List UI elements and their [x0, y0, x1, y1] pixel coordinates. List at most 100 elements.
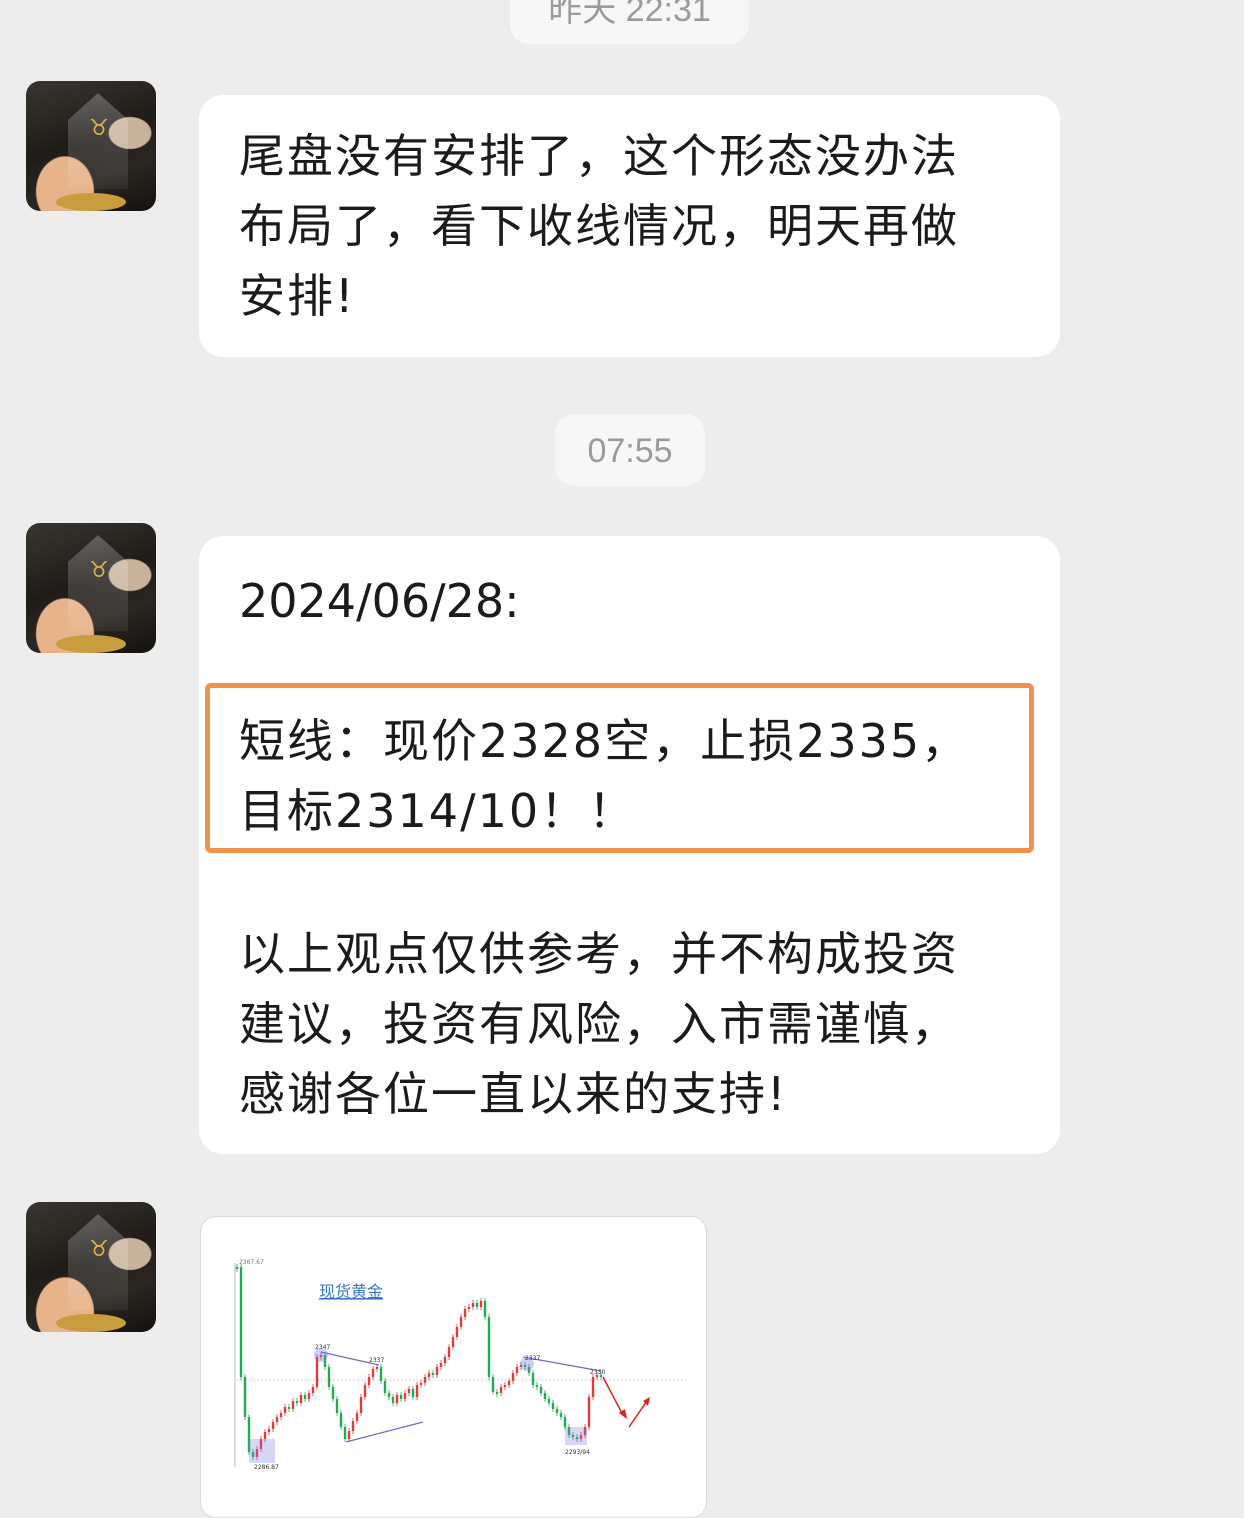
candle-body: [539, 1387, 543, 1393]
candle-body: [343, 1427, 347, 1439]
candle-body: [283, 1407, 287, 1413]
candle-body: [315, 1357, 319, 1387]
chart-marker: [565, 1427, 587, 1445]
candle-body: [271, 1422, 275, 1429]
candle-body: [399, 1395, 403, 1399]
candle-body: [387, 1393, 391, 1397]
candle-body: [507, 1381, 511, 1385]
candle-body: [327, 1367, 331, 1387]
candle-body: [307, 1393, 311, 1399]
candle-body: [335, 1399, 339, 1413]
forecast-arrow-down: [602, 1376, 624, 1416]
message-line: 目标2314/10！！: [239, 784, 637, 838]
candle-body: [371, 1369, 375, 1377]
candle-body: [407, 1389, 411, 1393]
bull-emblem-icon: ♉: [89, 116, 109, 141]
candle-body: [563, 1417, 567, 1427]
chart-label: 2293/94: [565, 1449, 590, 1456]
chart-label-top: 2367.67: [239, 1259, 264, 1266]
candle-body: [375, 1367, 379, 1369]
candle-body: [439, 1363, 443, 1367]
bull-emblem-icon: ♉: [89, 1237, 109, 1262]
candle-body: [311, 1387, 315, 1393]
candle-body: [267, 1429, 271, 1432]
candle-body: [499, 1387, 503, 1393]
candle-body: [243, 1377, 247, 1417]
trophy-base: [56, 193, 126, 211]
highlight-text: 短线：现价2328空，止损2335， 目标2314/10！！: [239, 706, 969, 846]
candle-body: [275, 1417, 279, 1422]
candle-body: [551, 1403, 555, 1409]
candle-body: [451, 1337, 455, 1347]
candle-body: [479, 1301, 483, 1307]
candle-body: [295, 1401, 299, 1403]
candle-body: [591, 1377, 595, 1397]
candle-body: [495, 1392, 499, 1394]
candle-body: [587, 1397, 591, 1427]
candle-body: [403, 1393, 407, 1399]
candle-body: [543, 1393, 547, 1399]
candle-body: [291, 1401, 295, 1409]
candle-body: [355, 1413, 359, 1421]
timestamp-pill: 昨天 22:31: [510, 0, 749, 44]
chart-title: 现货黄金: [319, 1282, 383, 1301]
candle-body: [555, 1409, 559, 1413]
candle-body: [383, 1381, 387, 1393]
candle-body: [559, 1413, 563, 1417]
sender-avatar[interactable]: ♉: [26, 81, 156, 211]
candle-body: [503, 1385, 507, 1387]
candle-body: [235, 1267, 239, 1269]
candle-body: [347, 1431, 351, 1439]
candle-body: [391, 1397, 395, 1403]
candle-body: [547, 1399, 551, 1403]
candle-body: [483, 1301, 487, 1317]
candle-body: [475, 1303, 479, 1307]
trend-line: [345, 1421, 424, 1443]
candle-body: [287, 1407, 291, 1409]
candle-body: [491, 1377, 495, 1392]
candle-body: [279, 1413, 283, 1417]
candle-body: [359, 1397, 363, 1413]
message-line: 建议，投资有风险，入市需谨慎，: [239, 997, 959, 1051]
trophy-image: [68, 535, 128, 631]
candle-body: [471, 1303, 475, 1307]
chart-label: 2337: [369, 1357, 384, 1364]
sender-avatar[interactable]: ♉: [26, 1202, 156, 1332]
candle-body: [463, 1309, 467, 1317]
message-line: 短线：现价2328空，止损2335，: [239, 714, 970, 768]
trophy-base: [56, 1314, 126, 1332]
candle-body: [443, 1357, 447, 1363]
candle-body: [351, 1421, 355, 1431]
candle-body: [419, 1383, 423, 1385]
candle-body: [455, 1327, 459, 1337]
candle-body: [379, 1367, 383, 1381]
sender-avatar[interactable]: ♉: [26, 523, 156, 653]
message-bubble[interactable]: 2024/06/28: 短线：现价2328空，止损2335， 目标2314/10…: [199, 536, 1060, 1154]
candles-group: [235, 1264, 603, 1460]
candle-body: [411, 1389, 415, 1397]
candle-body: [303, 1395, 307, 1399]
candle-body: [467, 1307, 471, 1309]
chart-label: 2330: [590, 1369, 605, 1376]
message-date: 2024/06/28:: [239, 574, 520, 628]
trophy-image: [68, 1214, 128, 1310]
chart-image-message[interactable]: 现货黄金 2367.67 2347 2337 2337 2330 2286.87…: [200, 1216, 707, 1518]
trophy-base: [56, 635, 126, 653]
chart-marker: [249, 1439, 275, 1463]
candle-body: [423, 1377, 427, 1383]
message-bubble[interactable]: 尾盘没有安排了，这个形态没办法 布局了，看下收线情况，明天再做 安排!: [199, 95, 1060, 357]
candle-body: [487, 1317, 491, 1377]
candle-body: [239, 1267, 243, 1377]
candle-body: [299, 1395, 303, 1403]
candle-body: [511, 1373, 515, 1381]
chart-label: 2286.87: [254, 1464, 279, 1471]
forecast-arrow-up: [628, 1400, 648, 1428]
candle-body: [431, 1373, 435, 1375]
bull-emblem-icon: ♉: [89, 558, 109, 583]
message-line: 以上观点仅供参考，并不构成投资: [239, 927, 959, 981]
candle-body: [459, 1317, 463, 1327]
message-line: 安排!: [239, 269, 356, 323]
candle-body: [263, 1432, 267, 1439]
chart-label: 2337: [525, 1355, 540, 1362]
candle-body: [395, 1395, 399, 1403]
